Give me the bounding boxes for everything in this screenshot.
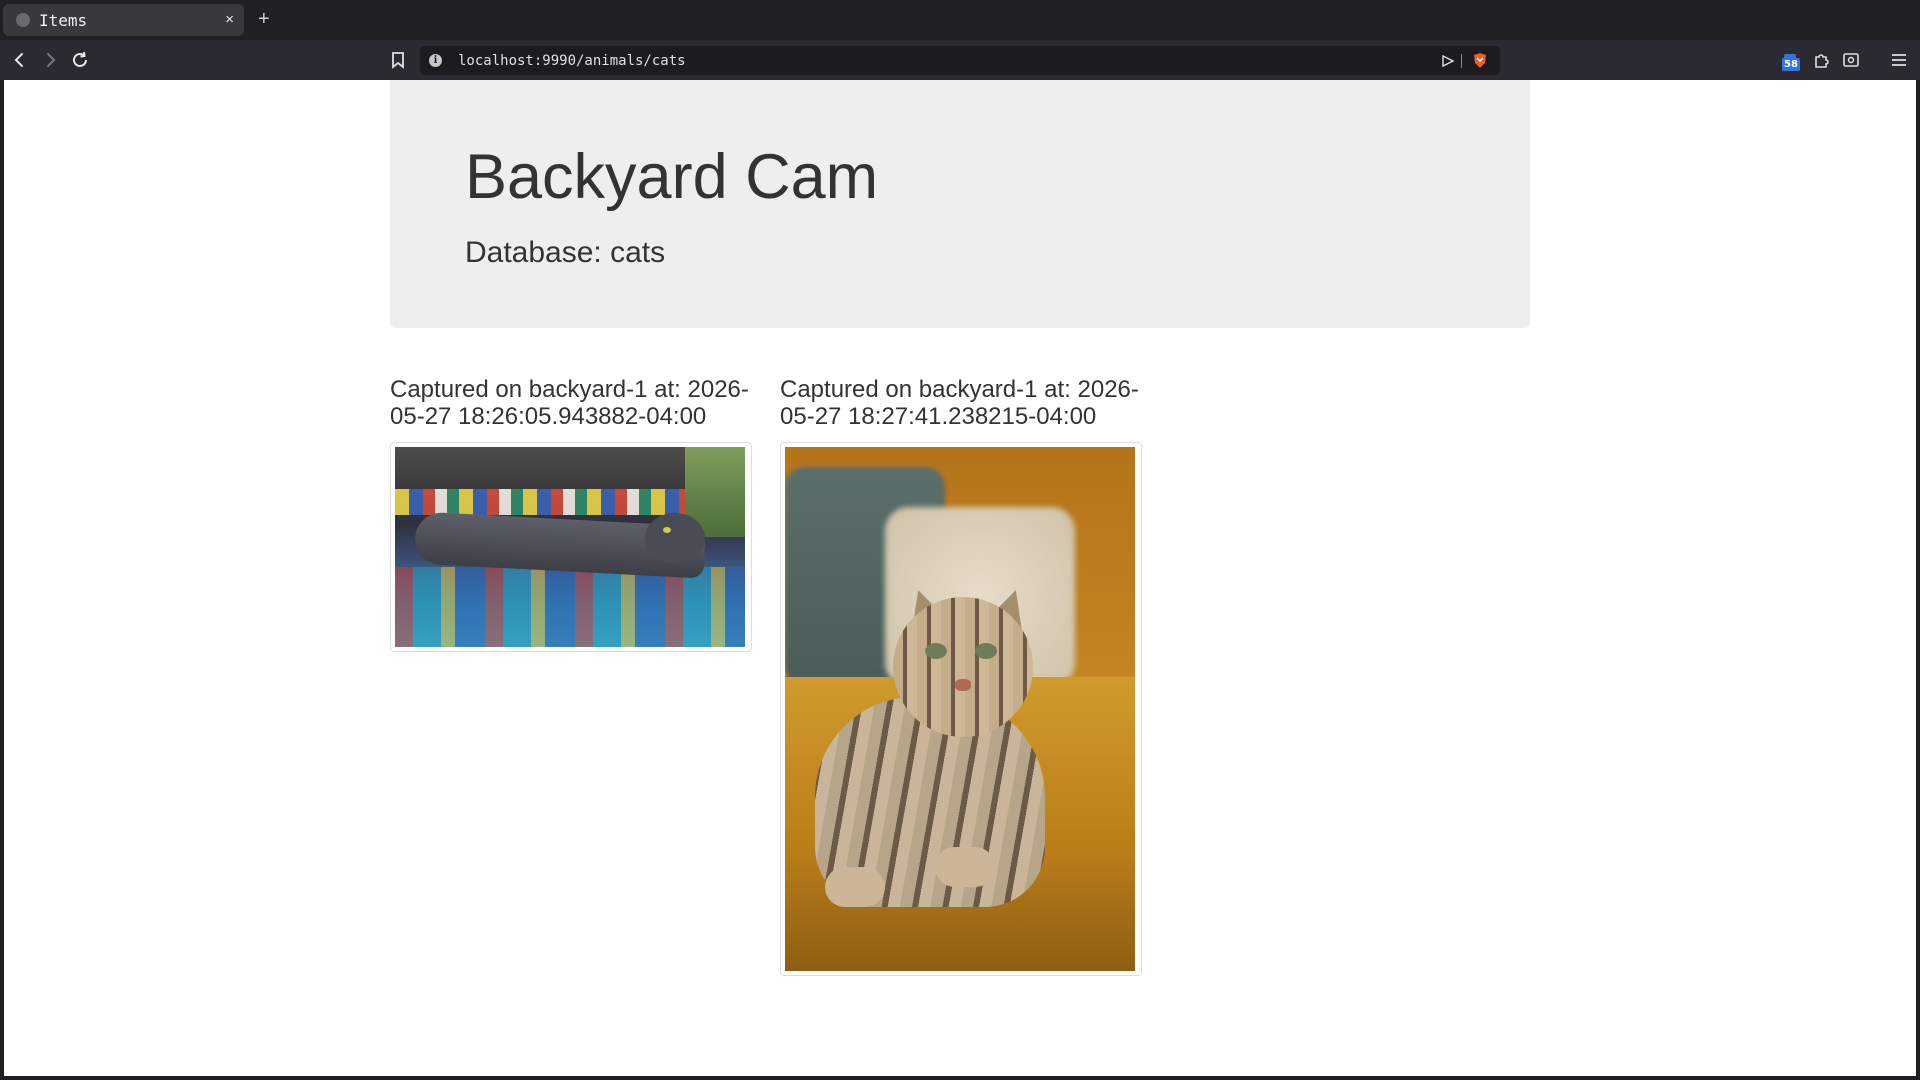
browser-toolbar: i localhost:9990/animals/cats xyxy=(0,40,1920,80)
capture-caption: Captured on backyard-1 at: 2026-05-27 18… xyxy=(390,376,749,430)
tab-title: Items xyxy=(39,10,88,30)
brave-shield-icon[interactable] xyxy=(1472,52,1488,69)
tab-items[interactable]: Items × xyxy=(3,4,244,36)
arrow-left-icon xyxy=(14,53,23,67)
thumbnail-frame[interactable] xyxy=(780,442,1142,976)
header-banner: Backyard Cam Database: cats xyxy=(390,80,1530,328)
reload-icon xyxy=(73,51,87,67)
back-button[interactable] xyxy=(9,49,31,71)
cat-photo[interactable] xyxy=(395,447,745,647)
database-subtitle: Database: cats xyxy=(465,236,666,269)
new-tab-button[interactable]: + xyxy=(258,8,270,30)
tab-strip: Items × + xyxy=(0,0,1920,40)
forward-button[interactable] xyxy=(39,49,61,71)
capture-caption: Captured on backyard-1 at: 2026-05-27 18… xyxy=(780,376,1139,430)
globe-icon xyxy=(16,13,30,27)
page-viewport: Backyard Cam Database: cats Captured on … xyxy=(4,80,1916,1076)
url-text[interactable]: localhost:9990/animals/cats xyxy=(458,53,686,69)
thumbnail-frame[interactable] xyxy=(390,442,752,652)
address-bar[interactable]: i localhost:9990/animals/cats xyxy=(420,46,1500,75)
bookmark-button[interactable] xyxy=(387,49,409,71)
cat-photo[interactable] xyxy=(785,447,1135,971)
extension-badge: 58 xyxy=(1782,58,1800,71)
capture-card: Captured on backyard-1 at: 2026-05-27 18… xyxy=(390,376,752,652)
close-tab-icon[interactable]: × xyxy=(225,10,234,30)
info-icon[interactable]: i xyxy=(429,54,442,67)
arrow-right-icon xyxy=(47,53,56,67)
menu-icon[interactable] xyxy=(1888,49,1910,71)
bookmark-icon xyxy=(392,52,404,69)
reload-button[interactable] xyxy=(69,49,91,71)
url-separator xyxy=(1461,54,1462,68)
puzzle-extensions-icon[interactable] xyxy=(1810,49,1832,71)
page-title: Backyard Cam xyxy=(465,142,879,212)
capture-card: Captured on backyard-1 at: 2026-05-27 18… xyxy=(780,376,1142,976)
send-icon[interactable] xyxy=(1440,53,1456,69)
wallet-icon[interactable] xyxy=(1840,49,1862,71)
